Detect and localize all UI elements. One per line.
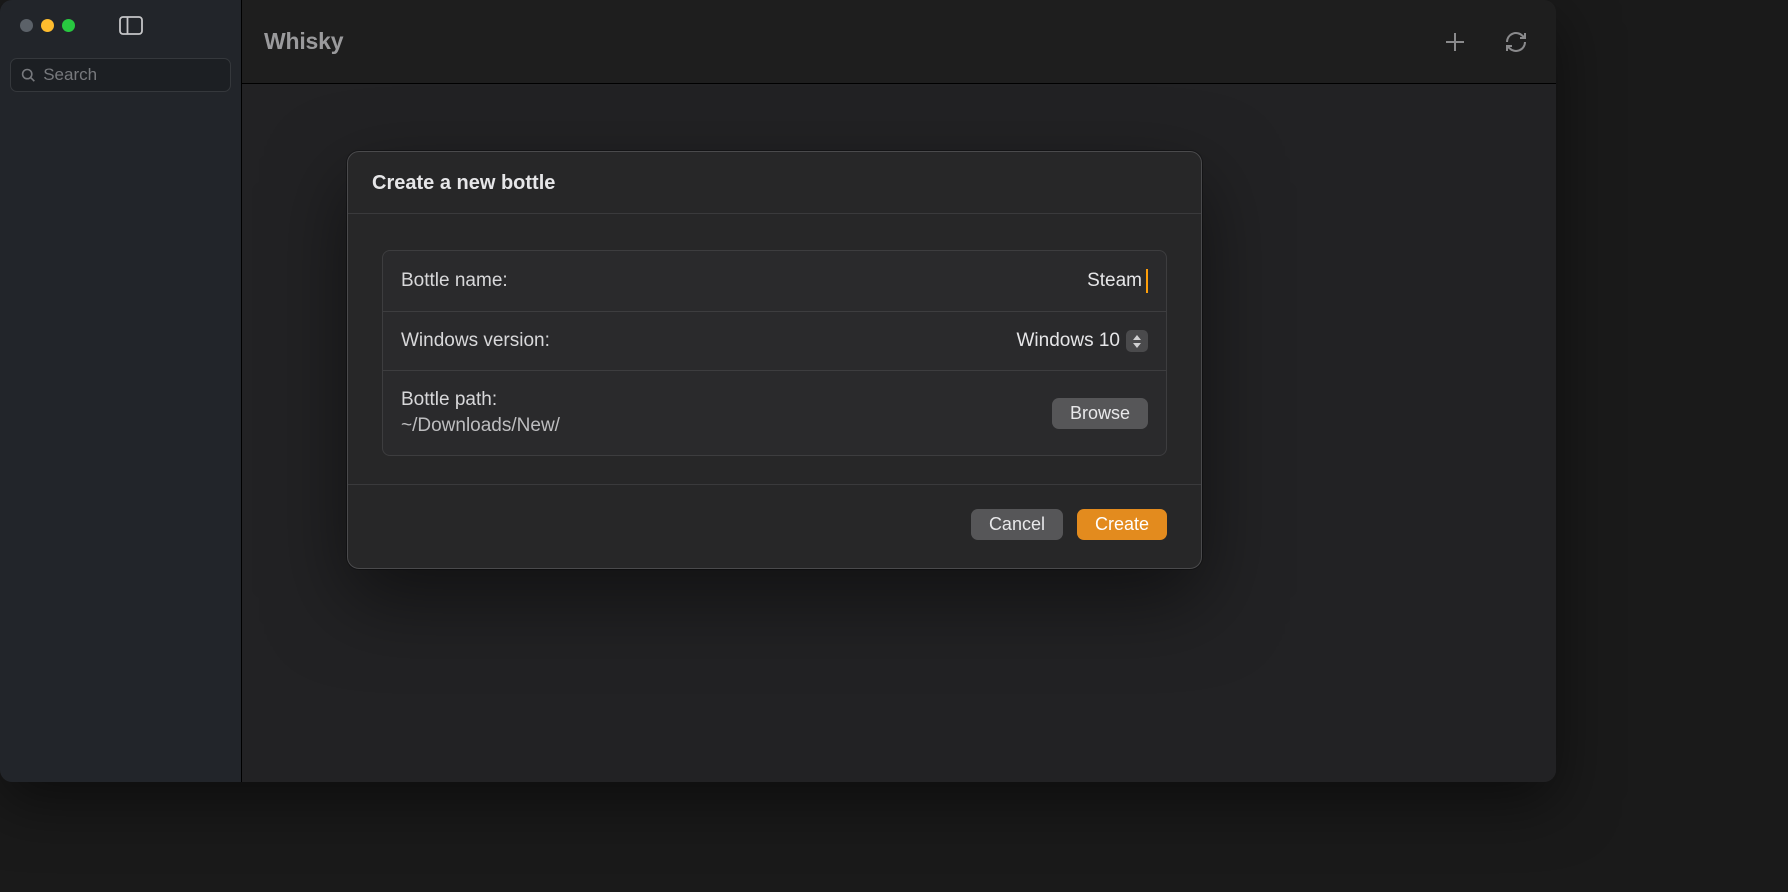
windows-version-row: Windows version: Windows 10 [383, 312, 1166, 371]
chevron-up-icon [1132, 335, 1142, 341]
toolbar: Whisky [242, 0, 1556, 84]
main-area: Whisky Create a new bottle [242, 0, 1556, 782]
create-bottle-dialog: Create a new bottle Bottle name: Wind [347, 151, 1202, 569]
bottle-name-input[interactable] [842, 270, 1142, 292]
windows-version-select[interactable]: Windows 10 [1017, 330, 1149, 352]
close-window-button[interactable] [20, 19, 33, 32]
app-window: Whisky Create a new bottle [0, 0, 1556, 782]
sidebar [0, 0, 242, 782]
chevron-down-icon [1132, 342, 1142, 348]
dialog-title: Create a new bottle [372, 172, 1177, 195]
search-box[interactable] [10, 58, 231, 92]
maximize-window-button[interactable] [62, 19, 75, 32]
cancel-button[interactable]: Cancel [971, 509, 1063, 540]
search-icon [21, 67, 35, 83]
browse-button[interactable]: Browse [1052, 398, 1148, 429]
bottle-path-label: Bottle path: [401, 389, 560, 411]
windows-version-label: Windows version: [401, 330, 550, 352]
text-caret [1146, 269, 1148, 293]
content-area: Create a new bottle Bottle name: Wind [242, 84, 1556, 782]
sidebar-icon [119, 16, 143, 35]
dialog-body: Bottle name: Windows version: Windows 10 [348, 214, 1201, 484]
bottle-name-row: Bottle name: [383, 251, 1166, 312]
refresh-button[interactable] [1498, 24, 1534, 60]
search-container [0, 50, 241, 100]
minimize-window-button[interactable] [41, 19, 54, 32]
windows-version-value: Windows 10 [1017, 330, 1121, 352]
add-button[interactable] [1438, 25, 1472, 59]
select-stepper[interactable] [1126, 330, 1148, 352]
dialog-header: Create a new bottle [348, 152, 1201, 214]
search-input[interactable] [43, 65, 220, 85]
bottle-name-label: Bottle name: [401, 270, 508, 292]
traffic-lights [20, 19, 75, 32]
create-button[interactable]: Create [1077, 509, 1167, 540]
titlebar [0, 0, 241, 50]
form-panel: Bottle name: Windows version: Windows 10 [382, 250, 1167, 456]
plus-icon [1444, 31, 1466, 53]
refresh-icon [1504, 30, 1528, 54]
bottle-path-value: ~/Downloads/New/ [401, 415, 560, 437]
app-title: Whisky [264, 28, 343, 55]
dialog-footer: Cancel Create [348, 484, 1201, 568]
toggle-sidebar-button[interactable] [119, 16, 143, 35]
bottle-path-row: Bottle path: ~/Downloads/New/ Browse [383, 371, 1166, 455]
